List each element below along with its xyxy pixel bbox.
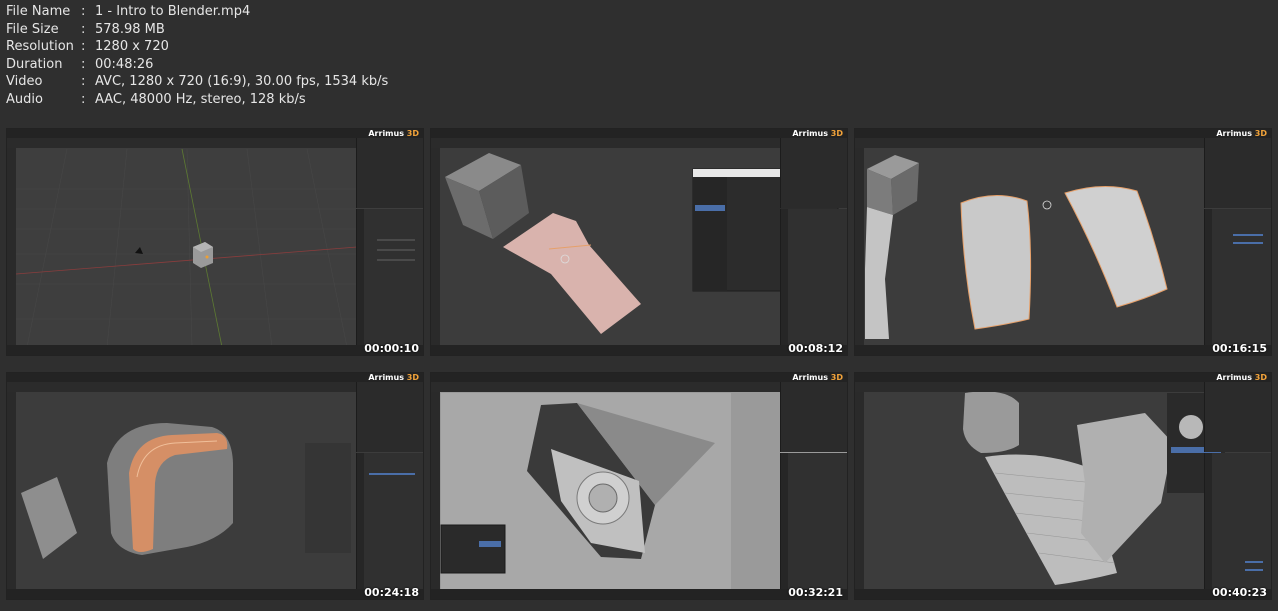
- info-row-audio: Audio : AAC, 48000 Hz, stereo, 128 kb/s: [6, 91, 388, 109]
- menu-bar: [855, 129, 1271, 138]
- timeline-bar: [7, 345, 423, 355]
- timestamp-label: 00:00:10: [364, 342, 419, 355]
- thumbnail-4[interactable]: Arrimus 3D 00:24:18: [6, 372, 424, 600]
- timeline-bar: [431, 345, 847, 355]
- timestamp-label: 00:40:23: [1212, 586, 1267, 599]
- tool-shelf: [855, 148, 864, 345]
- thumbnail-2[interactable]: Arrimus 3D 00:08:12: [430, 128, 848, 356]
- thumbnail-3[interactable]: Arrimus 3D 00:16:15: [854, 128, 1272, 356]
- properties-panel: [780, 209, 847, 345]
- menu-bar: [855, 373, 1271, 382]
- info-value: 00:48:26: [95, 56, 154, 72]
- properties-panel: [356, 453, 423, 589]
- menu-bar: [431, 373, 847, 382]
- thumbnail-grid: Arrimus 3D 00:00:10 Arrimus 3D 00:08:12: [6, 128, 1272, 606]
- timestamp-label: 00:24:18: [364, 586, 419, 599]
- tool-shelf: [431, 392, 440, 589]
- timestamp-label: 00:08:12: [788, 342, 843, 355]
- properties-panel: [356, 209, 423, 345]
- info-separator: :: [81, 39, 86, 55]
- info-value: AAC, 48000 Hz, stereo, 128 kb/s: [95, 91, 306, 107]
- tool-shelf: [7, 148, 16, 345]
- info-separator: :: [81, 91, 86, 107]
- info-label: File Name: [6, 4, 71, 19]
- timeline-bar: [7, 589, 423, 599]
- info-label: Video: [6, 74, 43, 90]
- info-label: Duration: [6, 56, 63, 72]
- outliner-panel: [780, 382, 847, 452]
- info-separator: :: [81, 21, 86, 37]
- info-row-duration: Duration : 00:48:26: [6, 56, 388, 74]
- brand-watermark: Arrimus 3D: [1216, 129, 1267, 138]
- info-value: 1 - Intro to Blender.mp4: [95, 4, 251, 19]
- timeline-bar: [431, 589, 847, 599]
- info-value: 1280 x 720: [95, 39, 169, 55]
- timestamp-label: 00:16:15: [1212, 342, 1267, 355]
- thumbnail-5[interactable]: Arrimus 3D 00:32:21: [430, 372, 848, 600]
- properties-panel: [1204, 209, 1271, 345]
- info-row-video: Video : AVC, 1280 x 720 (16:9), 30.00 fp…: [6, 73, 388, 91]
- outliner-panel: [356, 382, 423, 452]
- brand-watermark: Arrimus 3D: [792, 373, 843, 382]
- info-row-file-name: File Name : 1 - Intro to Blender.mp4: [6, 3, 388, 21]
- outliner-panel: [780, 138, 847, 208]
- brand-watermark: Arrimus 3D: [1216, 373, 1267, 382]
- info-label: Audio: [6, 91, 43, 107]
- info-value: 578.98 MB: [95, 21, 165, 37]
- info-separator: :: [81, 4, 86, 19]
- properties-panel: [780, 453, 847, 589]
- outliner-panel: [356, 138, 423, 208]
- info-separator: :: [81, 56, 86, 72]
- brand-watermark: Arrimus 3D: [792, 129, 843, 138]
- thumbnail-1[interactable]: Arrimus 3D 00:00:10: [6, 128, 424, 356]
- timeline-bar: [855, 589, 1271, 599]
- outliner-panel: [1204, 138, 1271, 208]
- info-row-file-size: File Size : 578.98 MB: [6, 21, 388, 39]
- info-value: AVC, 1280 x 720 (16:9), 30.00 fps, 1534 …: [95, 74, 389, 90]
- info-label: File Size: [6, 21, 59, 37]
- menu-bar: [431, 129, 847, 138]
- info-row-resolution: Resolution : 1280 x 720: [6, 38, 388, 56]
- brand-watermark: Arrimus 3D: [368, 373, 419, 382]
- file-info-panel: File Name : 1 - Intro to Blender.mp4 Fil…: [6, 3, 388, 109]
- thumbnail-6[interactable]: Arrimus 3D 00:40:23: [854, 372, 1272, 600]
- timeline-bar: [855, 345, 1271, 355]
- tool-shelf: [855, 392, 864, 589]
- menu-bar: [7, 129, 423, 138]
- menu-bar: [7, 373, 423, 382]
- properties-panel: [1204, 453, 1271, 589]
- tool-shelf: [7, 392, 16, 589]
- brand-watermark: Arrimus 3D: [368, 129, 419, 138]
- tool-shelf: [431, 148, 440, 345]
- info-label: Resolution: [6, 39, 74, 55]
- info-separator: :: [81, 74, 86, 90]
- outliner-panel: [1204, 382, 1271, 452]
- timestamp-label: 00:32:21: [788, 586, 843, 599]
